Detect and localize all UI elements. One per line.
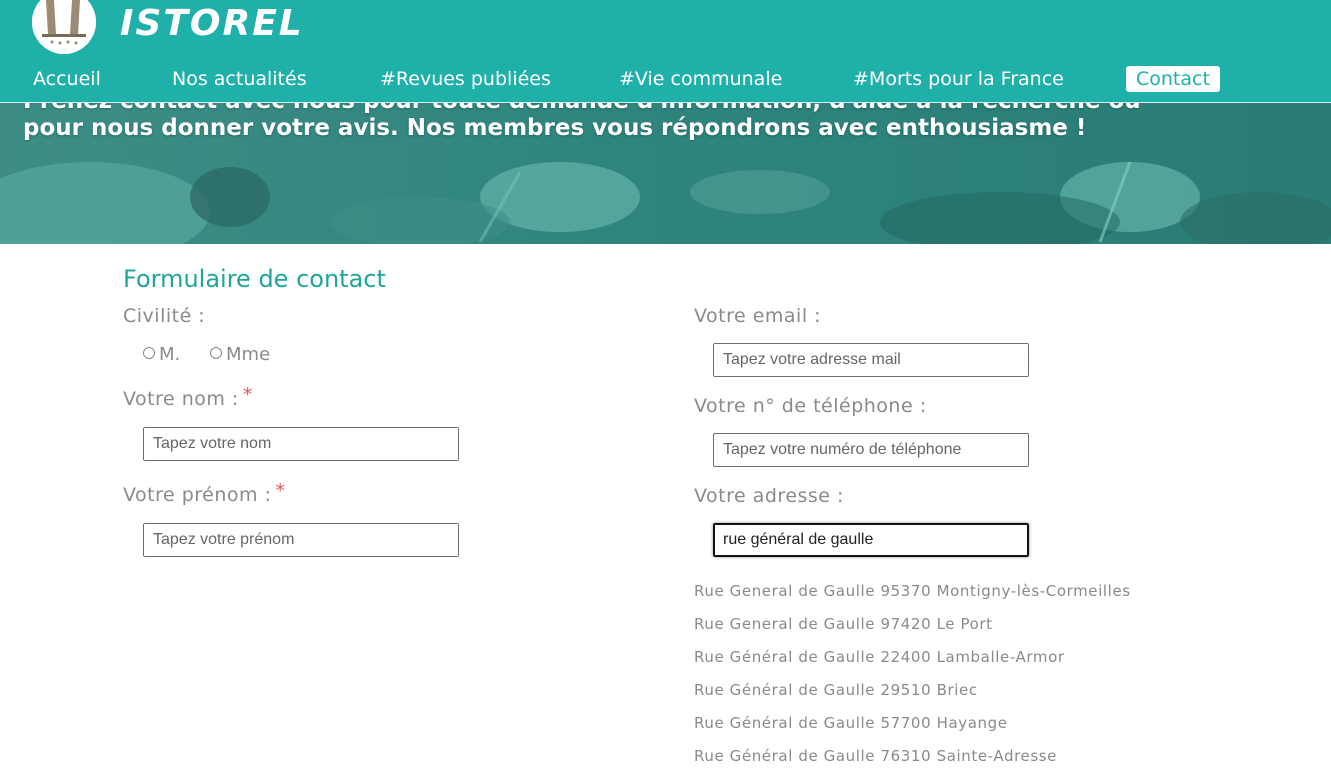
address-suggestion[interactable]: Rue Général de Gaulle 29510 Briec <box>694 677 1131 710</box>
required-mark: * <box>242 384 253 406</box>
radio-unchecked-icon <box>143 347 155 359</box>
address-suggestion[interactable]: Rue General de Gaulle 97420 Le Port <box>694 611 1131 644</box>
civility-label: Civilité : <box>123 305 206 327</box>
address-suggestion[interactable]: Rue Général de Gaulle 76310 Sainte-Adres… <box>694 743 1131 776</box>
radio-m-label: M. <box>159 344 181 365</box>
radio-unchecked-icon <box>210 347 222 359</box>
nav-revues[interactable]: #Revues publiées <box>380 66 551 92</box>
email-input[interactable] <box>713 343 1029 377</box>
email-label: Votre email : <box>694 305 822 327</box>
name-input[interactable] <box>143 427 459 461</box>
nav-contact[interactable]: Contact <box>1126 66 1220 92</box>
firstname-label-text: Votre prénom : <box>123 484 272 506</box>
address-suggestion[interactable]: Rue Général de Gaulle 22400 Lamballe-Arm… <box>694 644 1131 677</box>
radio-mme-label: Mme <box>226 344 271 365</box>
hero-banner: Prenez contact avec nous pour toute dema… <box>0 102 1331 244</box>
firstname-label: Votre prénom : * <box>123 480 286 507</box>
name-label: Votre nom : * <box>123 384 253 411</box>
nav-actualites[interactable]: Nos actualités <box>172 66 307 92</box>
phone-label: Votre n° de téléphone : <box>694 395 927 417</box>
address-suggestion[interactable]: Rue General de Gaulle 95370 Montigny-lès… <box>694 578 1131 611</box>
nav-vie-communale[interactable]: #Vie communale <box>619 66 782 92</box>
nav-accueil[interactable]: Accueil <box>33 66 101 92</box>
required-mark: * <box>275 480 286 502</box>
site-header: ISTOREL Accueil Nos actualités #Revues p… <box>0 0 1331 103</box>
site-brand[interactable]: ISTOREL <box>120 2 304 46</box>
banner-text: Prenez contact avec nous pour toute dema… <box>23 102 1141 141</box>
address-input[interactable] <box>713 523 1029 557</box>
logo-icon[interactable] <box>32 0 96 54</box>
address-suggestion[interactable]: Rue Général de Gaulle 57700 Hayange <box>694 710 1131 743</box>
form-title: Formulaire de contact <box>123 265 386 293</box>
name-label-text: Votre nom : <box>123 388 239 410</box>
phone-input[interactable] <box>713 433 1029 467</box>
radio-mme[interactable]: Mme <box>210 345 270 365</box>
firstname-input[interactable] <box>143 523 459 557</box>
address-label: Votre adresse : <box>694 485 844 507</box>
address-suggestions-list: Rue General de Gaulle 95370 Montigny-lès… <box>694 578 1131 776</box>
nav-morts-pour-la-france[interactable]: #Morts pour la France <box>853 66 1064 92</box>
radio-m[interactable]: M. <box>143 345 180 365</box>
